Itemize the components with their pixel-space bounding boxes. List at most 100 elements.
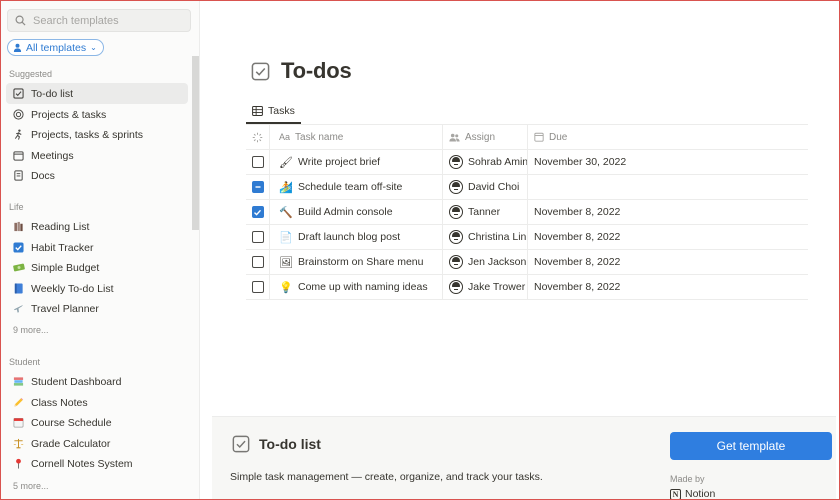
runner-icon (12, 128, 25, 141)
pencil-icon (12, 396, 25, 409)
sidebar-item-simple-budget[interactable]: Simple Budget (6, 257, 188, 278)
due-cell[interactable]: November 8, 2022 (528, 225, 808, 249)
assign-cell[interactable]: David Choi (443, 175, 528, 199)
sidebar-item-student-dashboard[interactable]: Student Dashboard (6, 371, 188, 392)
task-name: Schedule team off-site (298, 181, 403, 193)
assign-cell[interactable]: Sohrab Amin (443, 150, 528, 174)
section-label-suggested: Suggested (9, 69, 53, 79)
checkbox-icon (12, 87, 25, 100)
avatar (449, 155, 463, 169)
page-title: To-dos (281, 58, 352, 83)
status-cell (246, 250, 270, 274)
notion-logo-icon: N (670, 488, 681, 500)
due-column-header[interactable]: Due (528, 125, 808, 149)
check-icon (254, 209, 262, 216)
notebook-icon (12, 282, 25, 295)
due-date: November 30, 2022 (534, 156, 627, 168)
due-cell[interactable]: November 30, 2022 (528, 150, 808, 174)
assign-cell[interactable]: Tanner (443, 200, 528, 224)
due-date: November 8, 2022 (534, 256, 621, 268)
assignee-name: Christina Lin (468, 231, 527, 243)
assign-column-header[interactable]: Assign (443, 125, 528, 149)
status-cell (246, 200, 270, 224)
task-checkbox[interactable] (251, 281, 264, 293)
sidebar-item-to-do-list[interactable]: To-do list (6, 83, 188, 104)
table-row: 🏄 Schedule team off-site David Choi (246, 175, 808, 200)
task-checkbox[interactable] (251, 256, 264, 268)
task-name: Draft launch blog post (298, 231, 401, 243)
task-name-cell[interactable]: 📄 Draft launch blog post (270, 225, 443, 249)
sidebar-item-projects-tasks-sprints[interactable]: Projects, tasks & sprints (6, 124, 188, 145)
task-checkbox[interactable] (251, 206, 264, 218)
sidebar-item-meetings[interactable]: Meetings (6, 145, 188, 166)
airplane-icon (12, 302, 25, 315)
student-more-link[interactable]: 5 more... (13, 481, 49, 491)
task-name-cell[interactable]: 🖌 Write project brief (270, 150, 443, 174)
task-name-header-label: Task name (295, 131, 344, 143)
table-icon (252, 106, 263, 116)
sidebar-item-docs[interactable]: Docs (6, 165, 188, 186)
sidebar-item-projects-tasks[interactable]: Projects & tasks (6, 104, 188, 125)
lightbulb-icon: 💡 (279, 281, 293, 294)
task-name-cell[interactable]: 💡 Come up with naming ideas (270, 275, 443, 299)
sidebar-item-weekly-to-do-list[interactable]: Weekly To-do List (6, 278, 188, 299)
search-box[interactable] (7, 9, 191, 32)
status-cell (246, 225, 270, 249)
due-date: November 8, 2022 (534, 206, 621, 218)
table-row: 🖌 Write project brief Sohrab Amin Novemb… (246, 150, 808, 175)
task-name-cell[interactable]: 🔨 Build Admin console (270, 200, 443, 224)
tab-tasks[interactable]: Tasks (246, 100, 301, 124)
sidebar-item-cornell-notes-system[interactable]: Cornell Notes System (6, 453, 188, 474)
due-cell[interactable]: November 8, 2022 (528, 200, 808, 224)
assign-cell[interactable]: Christina Lin (443, 225, 528, 249)
table-row: 💡 Come up with naming ideas Jake Trower … (246, 275, 808, 300)
assignee-name: Sohrab Amin (468, 156, 528, 168)
avatar (449, 205, 463, 219)
maker-link[interactable]: N Notion (670, 488, 715, 500)
target-icon (12, 108, 25, 121)
task-name-cell[interactable]: 🖼 Brainstorm on Share menu (270, 250, 443, 274)
task-checkbox[interactable] (251, 231, 264, 243)
due-cell[interactable]: November 8, 2022 (528, 250, 808, 274)
get-template-button[interactable]: Get template (670, 432, 832, 460)
maker-name: Notion (685, 488, 716, 500)
task-name: Write project brief (298, 156, 381, 168)
status-column-header[interactable] (246, 125, 270, 149)
sidebar-item-travel-planner[interactable]: Travel Planner (6, 298, 188, 319)
section-label-life: Life (9, 202, 24, 212)
sidebar-item-label: Projects, tasks & sprints (31, 128, 144, 141)
task-checkbox[interactable] (251, 181, 264, 193)
sidebar-item-course-schedule[interactable]: Course Schedule (6, 412, 188, 433)
template-description: Simple task management — create, organiz… (230, 471, 543, 483)
status-cell (246, 150, 270, 174)
people-icon (449, 133, 460, 142)
sidebar-item-reading-list[interactable]: Reading List (6, 216, 188, 237)
sidebar-item-label: Student Dashboard (31, 375, 122, 388)
due-date: November 8, 2022 (534, 281, 621, 293)
task-name-cell[interactable]: 🏄 Schedule team off-site (270, 175, 443, 199)
table-row: 🔨 Build Admin console Tanner November 8,… (246, 200, 808, 225)
task-name-column-header[interactable]: Aa Task name (270, 125, 443, 149)
sidebar-item-label: Grade Calculator (31, 437, 111, 450)
sidebar-item-label: Projects & tasks (31, 108, 107, 121)
sidebar-item-class-notes[interactable]: Class Notes (6, 392, 188, 413)
due-cell[interactable]: November 8, 2022 (528, 275, 808, 299)
assign-cell[interactable]: Jen Jackson (443, 250, 528, 274)
assign-cell[interactable]: Jake Trower (443, 275, 528, 299)
all-templates-filter[interactable]: All templates ⌄ (7, 39, 104, 56)
sidebar-item-habit-tracker[interactable]: Habit Tracker (6, 237, 188, 258)
task-checkbox[interactable] (251, 156, 264, 168)
search-input[interactable] (33, 14, 183, 27)
sidebar-item-grade-calculator[interactable]: Grade Calculator (6, 433, 188, 454)
task-name: Come up with naming ideas (298, 281, 428, 293)
sidebar-scrollbar[interactable] (192, 56, 199, 230)
due-date: November 8, 2022 (534, 231, 621, 243)
life-more-link[interactable]: 9 more... (13, 325, 49, 335)
section-label-student: Student (9, 357, 41, 367)
due-cell[interactable] (528, 175, 808, 199)
assignee-name: David Choi (468, 181, 520, 193)
sidebar-item-label: Cornell Notes System (31, 457, 133, 470)
sidebar-item-label: Meetings (31, 149, 74, 162)
page-checkbox-icon (251, 62, 270, 86)
sidebar-item-label: Weekly To-do List (31, 282, 114, 295)
